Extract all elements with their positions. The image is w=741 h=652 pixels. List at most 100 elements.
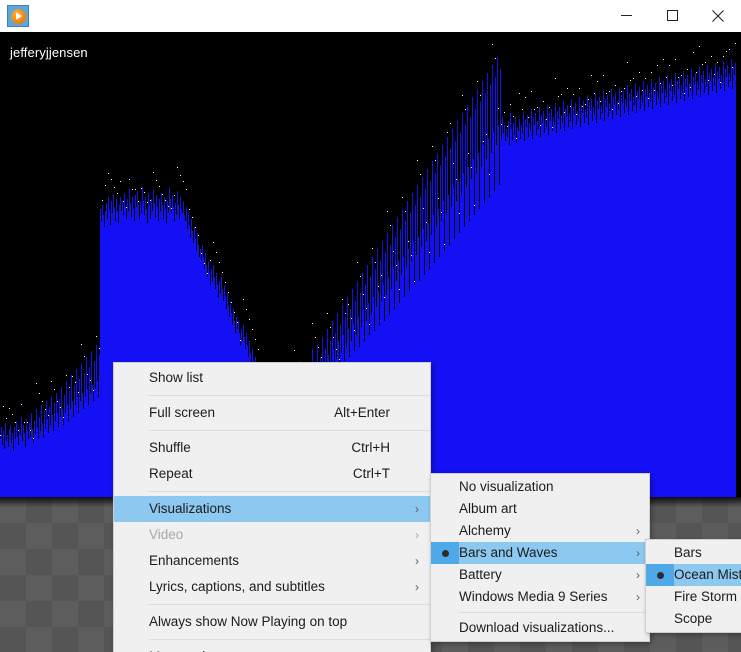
menu-item-gutter — [431, 498, 459, 520]
menu-item[interactable]: No visualization — [431, 476, 649, 498]
spectrum-peak — [525, 97, 526, 98]
menu-item[interactable]: Download visualizations... — [431, 617, 649, 639]
menu-item-gutter — [646, 542, 674, 564]
menu-item-gutter — [114, 609, 149, 635]
spectrum-peak — [372, 248, 373, 249]
spectrum-peak — [504, 112, 505, 113]
menu-item[interactable]: Alchemy › — [431, 520, 649, 542]
spectrum-peak — [450, 123, 451, 124]
spectrum-peak — [639, 72, 640, 73]
menu-item-gutter — [431, 617, 459, 639]
spectrum-peak — [657, 65, 658, 66]
menu-item-gutter — [646, 586, 674, 608]
menu-item[interactable]: Enhancements › — [114, 548, 430, 574]
spectrum-peak — [480, 95, 481, 96]
spectrum-peak — [699, 46, 700, 47]
spectrum-peak — [624, 88, 625, 89]
menu-item[interactable]: Scope — [646, 608, 741, 630]
menu-item[interactable]: Lyrics, captions, and subtitles › — [114, 574, 430, 600]
spectrum-peak — [135, 189, 136, 190]
menu-item[interactable]: Visualizations › — [114, 496, 430, 522]
menu-item-label: Video — [149, 527, 184, 542]
spectrum-peak — [609, 91, 610, 92]
spectrum-peak — [111, 179, 112, 180]
spectrum-peak — [219, 262, 220, 263]
menu-item-gutter — [431, 564, 459, 586]
spectrum-peak — [495, 58, 496, 59]
menu-item[interactable]: Repeat Ctrl+T — [114, 461, 430, 487]
spectrum-peak — [84, 356, 85, 357]
menu-item-label: Show list — [149, 370, 204, 385]
play-disc-icon — [10, 8, 26, 24]
spectrum-peak — [51, 381, 52, 382]
menu-item-label: Ocean Mist — [674, 567, 741, 582]
spectrum-peak — [588, 99, 589, 100]
visualizations-submenu[interactable]: No visualization Album art Alchemy › Bars an… — [430, 473, 650, 642]
menu-item[interactable]: Shuffle Ctrl+H — [114, 435, 430, 461]
spectrum-peak — [390, 225, 391, 226]
context-menu[interactable]: Show list Full screen Alt+Enter Shuffle Ctrl… — [113, 362, 431, 652]
spectrum-peak — [468, 153, 469, 154]
menu-item-shortcut: Ctrl+H — [351, 440, 390, 455]
menu-item[interactable]: Always show Now Playing on top — [114, 609, 430, 635]
spectrum-peak — [681, 75, 682, 76]
menu-item[interactable]: Show list — [114, 365, 430, 391]
menu-item[interactable]: Battery › — [431, 564, 649, 586]
spectrum-peak — [12, 414, 13, 415]
menu-item-gutter — [114, 461, 149, 487]
spectrum-peak — [600, 101, 601, 102]
spectrum-peak — [198, 235, 199, 236]
menu-item-label: Enhancements — [149, 553, 240, 568]
spectrum-peak — [606, 93, 607, 94]
menu-separator — [459, 612, 649, 613]
spectrum-peak — [492, 44, 493, 45]
spectrum-peak — [72, 376, 73, 377]
menu-item[interactable]: Ocean Mist — [646, 564, 741, 586]
menu-item[interactable]: More options... — [114, 644, 430, 652]
spectrum-bar — [735, 63, 736, 497]
spectrum-peak — [225, 282, 226, 283]
spectrum-peak — [420, 174, 421, 175]
spectrum-peak — [531, 91, 532, 92]
menu-item[interactable]: Bars — [646, 542, 741, 564]
spectrum-peak — [57, 401, 58, 402]
spectrum-peak — [348, 304, 349, 305]
chevron-right-icon: › — [415, 502, 419, 516]
menu-item-label: Always show Now Playing on top — [149, 614, 348, 629]
menu-item-gutter — [114, 574, 149, 600]
spectrum-peak — [105, 185, 106, 186]
menu-item[interactable]: Fire Storm — [646, 586, 741, 608]
spectrum-peak — [81, 344, 82, 345]
menu-item-label: Alchemy — [459, 523, 511, 538]
spectrum-peak — [591, 75, 592, 76]
menu-item-label: Battery — [459, 567, 502, 582]
spectrum-peak — [24, 422, 25, 423]
spectrum-peak — [345, 313, 346, 314]
menu-item-label: Windows Media 9 Series — [459, 589, 608, 604]
menu-item[interactable]: Bars and Waves › — [431, 542, 649, 564]
spectrum-peak — [36, 383, 37, 384]
minimize-button[interactable] — [603, 0, 649, 31]
spectrum-peak — [696, 72, 697, 73]
spectrum-peak — [630, 80, 631, 81]
spectrum-peak — [693, 52, 694, 53]
maximize-button[interactable] — [649, 0, 695, 31]
menu-item[interactable]: Album art — [431, 498, 649, 520]
spectrum-peak — [315, 337, 316, 338]
spectrum-peak — [558, 96, 559, 97]
spectrum-peak — [162, 194, 163, 195]
menu-item[interactable]: Full screen Alt+Enter — [114, 400, 430, 426]
chevron-right-icon: › — [415, 580, 419, 594]
spectrum-peak — [462, 95, 463, 96]
spectrum-peak — [294, 350, 295, 351]
menu-separator — [149, 395, 430, 396]
spectrum-peak — [621, 91, 622, 92]
spectrum-peak — [249, 319, 250, 320]
close-button[interactable] — [695, 0, 741, 31]
spectrum-peak — [213, 242, 214, 243]
bars-and-waves-submenu[interactable]: Bars Ocean Mist Fire Storm Scope — [645, 539, 741, 633]
spectrum-peak — [132, 189, 133, 190]
spectrum-peak — [87, 374, 88, 375]
spectrum-peak — [633, 78, 634, 79]
menu-item[interactable]: Windows Media 9 Series › — [431, 586, 649, 608]
